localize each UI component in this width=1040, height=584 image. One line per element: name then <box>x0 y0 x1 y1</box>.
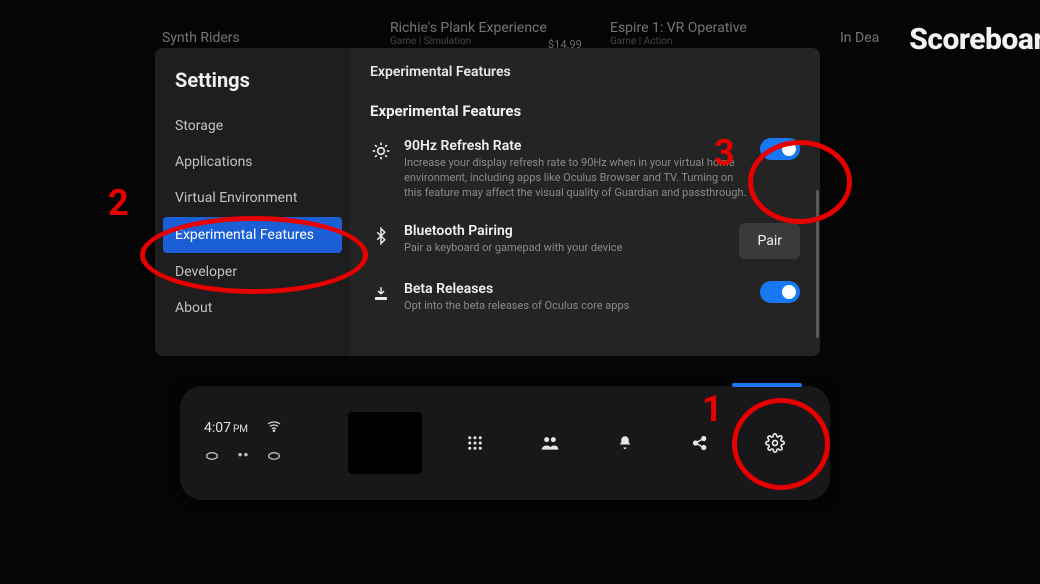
feature-title: 90Hz Refresh Rate <box>404 138 748 154</box>
scoreboard-text: Scoreboar <box>909 22 1040 57</box>
feature-title: Beta Releases <box>404 281 748 297</box>
headset-alt-icon <box>266 448 282 468</box>
clock-ampm: PM <box>233 424 248 435</box>
settings-gear-icon[interactable] <box>761 429 789 457</box>
controller-icon <box>234 449 252 468</box>
bg-card: Richie's Plank Experience Game | Simulat… <box>390 20 547 47</box>
sidebar-item-applications[interactable]: Applications <box>155 144 350 180</box>
wifi-icon <box>266 418 282 438</box>
feature-row-refresh-rate: 90Hz Refresh Rate Increase your display … <box>370 138 806 201</box>
dock: 4:07PM <box>180 386 830 500</box>
settings-panel: Settings Storage Applications Virtual En… <box>155 48 820 356</box>
refresh-rate-toggle[interactable] <box>760 138 800 160</box>
brightness-icon <box>370 140 392 162</box>
bg-card: In Dea <box>840 30 879 46</box>
feature-action <box>760 138 806 160</box>
annotation-label-2: 2 <box>108 182 129 224</box>
bg-card-title: Synth Riders <box>162 30 240 46</box>
sidebar-item-developer[interactable]: Developer <box>155 254 350 290</box>
download-icon <box>370 283 392 305</box>
feature-title: Bluetooth Pairing <box>404 223 727 239</box>
clock-time: 4:07 <box>204 420 231 436</box>
settings-sidebar: Settings Storage Applications Virtual En… <box>155 48 350 356</box>
feature-body: Beta Releases Opt into the beta releases… <box>404 281 748 314</box>
feature-row-beta: Beta Releases Opt into the beta releases… <box>370 281 806 314</box>
section-title: Experimental Features <box>370 102 806 120</box>
feature-body: 90Hz Refresh Rate Increase your display … <box>404 138 748 201</box>
sidebar-item-experimental-features[interactable]: Experimental Features <box>163 217 342 253</box>
dock-active-indicator <box>732 383 802 387</box>
bell-icon[interactable] <box>611 429 639 457</box>
share-icon[interactable] <box>686 429 714 457</box>
sidebar-item-about[interactable]: About <box>155 290 350 326</box>
beta-releases-toggle[interactable] <box>760 281 800 303</box>
dock-nav-icons <box>434 429 830 457</box>
clock: 4:07PM <box>204 420 248 436</box>
dock-profile-tile[interactable] <box>348 412 422 474</box>
breadcrumb: Experimental Features <box>370 64 806 80</box>
bg-card-title: Espire 1: VR Operative <box>610 20 747 36</box>
bg-card: Espire 1: VR Operative Game | Action <box>610 20 747 47</box>
settings-title: Settings <box>155 58 350 108</box>
bg-card: Synth Riders <box>162 30 240 46</box>
feature-desc: Increase your display refresh rate to 90… <box>404 156 748 201</box>
feature-action: Pair <box>739 223 806 259</box>
bg-card-title: Richie's Plank Experience <box>390 20 547 36</box>
bg-card-sub: Game | Action <box>610 36 747 47</box>
settings-content: Experimental Features Experimental Featu… <box>350 48 820 356</box>
dock-status-icons <box>204 448 344 468</box>
bg-card-title: In Dea <box>840 30 879 46</box>
feature-desc: Opt into the beta releases of Oculus cor… <box>404 299 748 314</box>
feature-desc: Pair a keyboard or gamepad with your dev… <box>404 241 727 256</box>
scrollbar[interactable] <box>816 190 819 338</box>
apps-icon[interactable] <box>461 429 489 457</box>
headset-icon <box>204 448 220 468</box>
dock-status-area: 4:07PM <box>180 418 344 468</box>
feature-body: Bluetooth Pairing Pair a keyboard or gam… <box>404 223 727 256</box>
bg-card-sub: Game | Simulation <box>390 36 547 47</box>
pair-button[interactable]: Pair <box>739 223 800 259</box>
sidebar-item-storage[interactable]: Storage <box>155 108 350 144</box>
bluetooth-icon <box>370 225 392 247</box>
feature-row-bluetooth: Bluetooth Pairing Pair a keyboard or gam… <box>370 223 806 259</box>
sidebar-item-virtual-environment[interactable]: Virtual Environment <box>155 180 350 216</box>
people-icon[interactable] <box>536 429 564 457</box>
feature-action <box>760 281 806 303</box>
